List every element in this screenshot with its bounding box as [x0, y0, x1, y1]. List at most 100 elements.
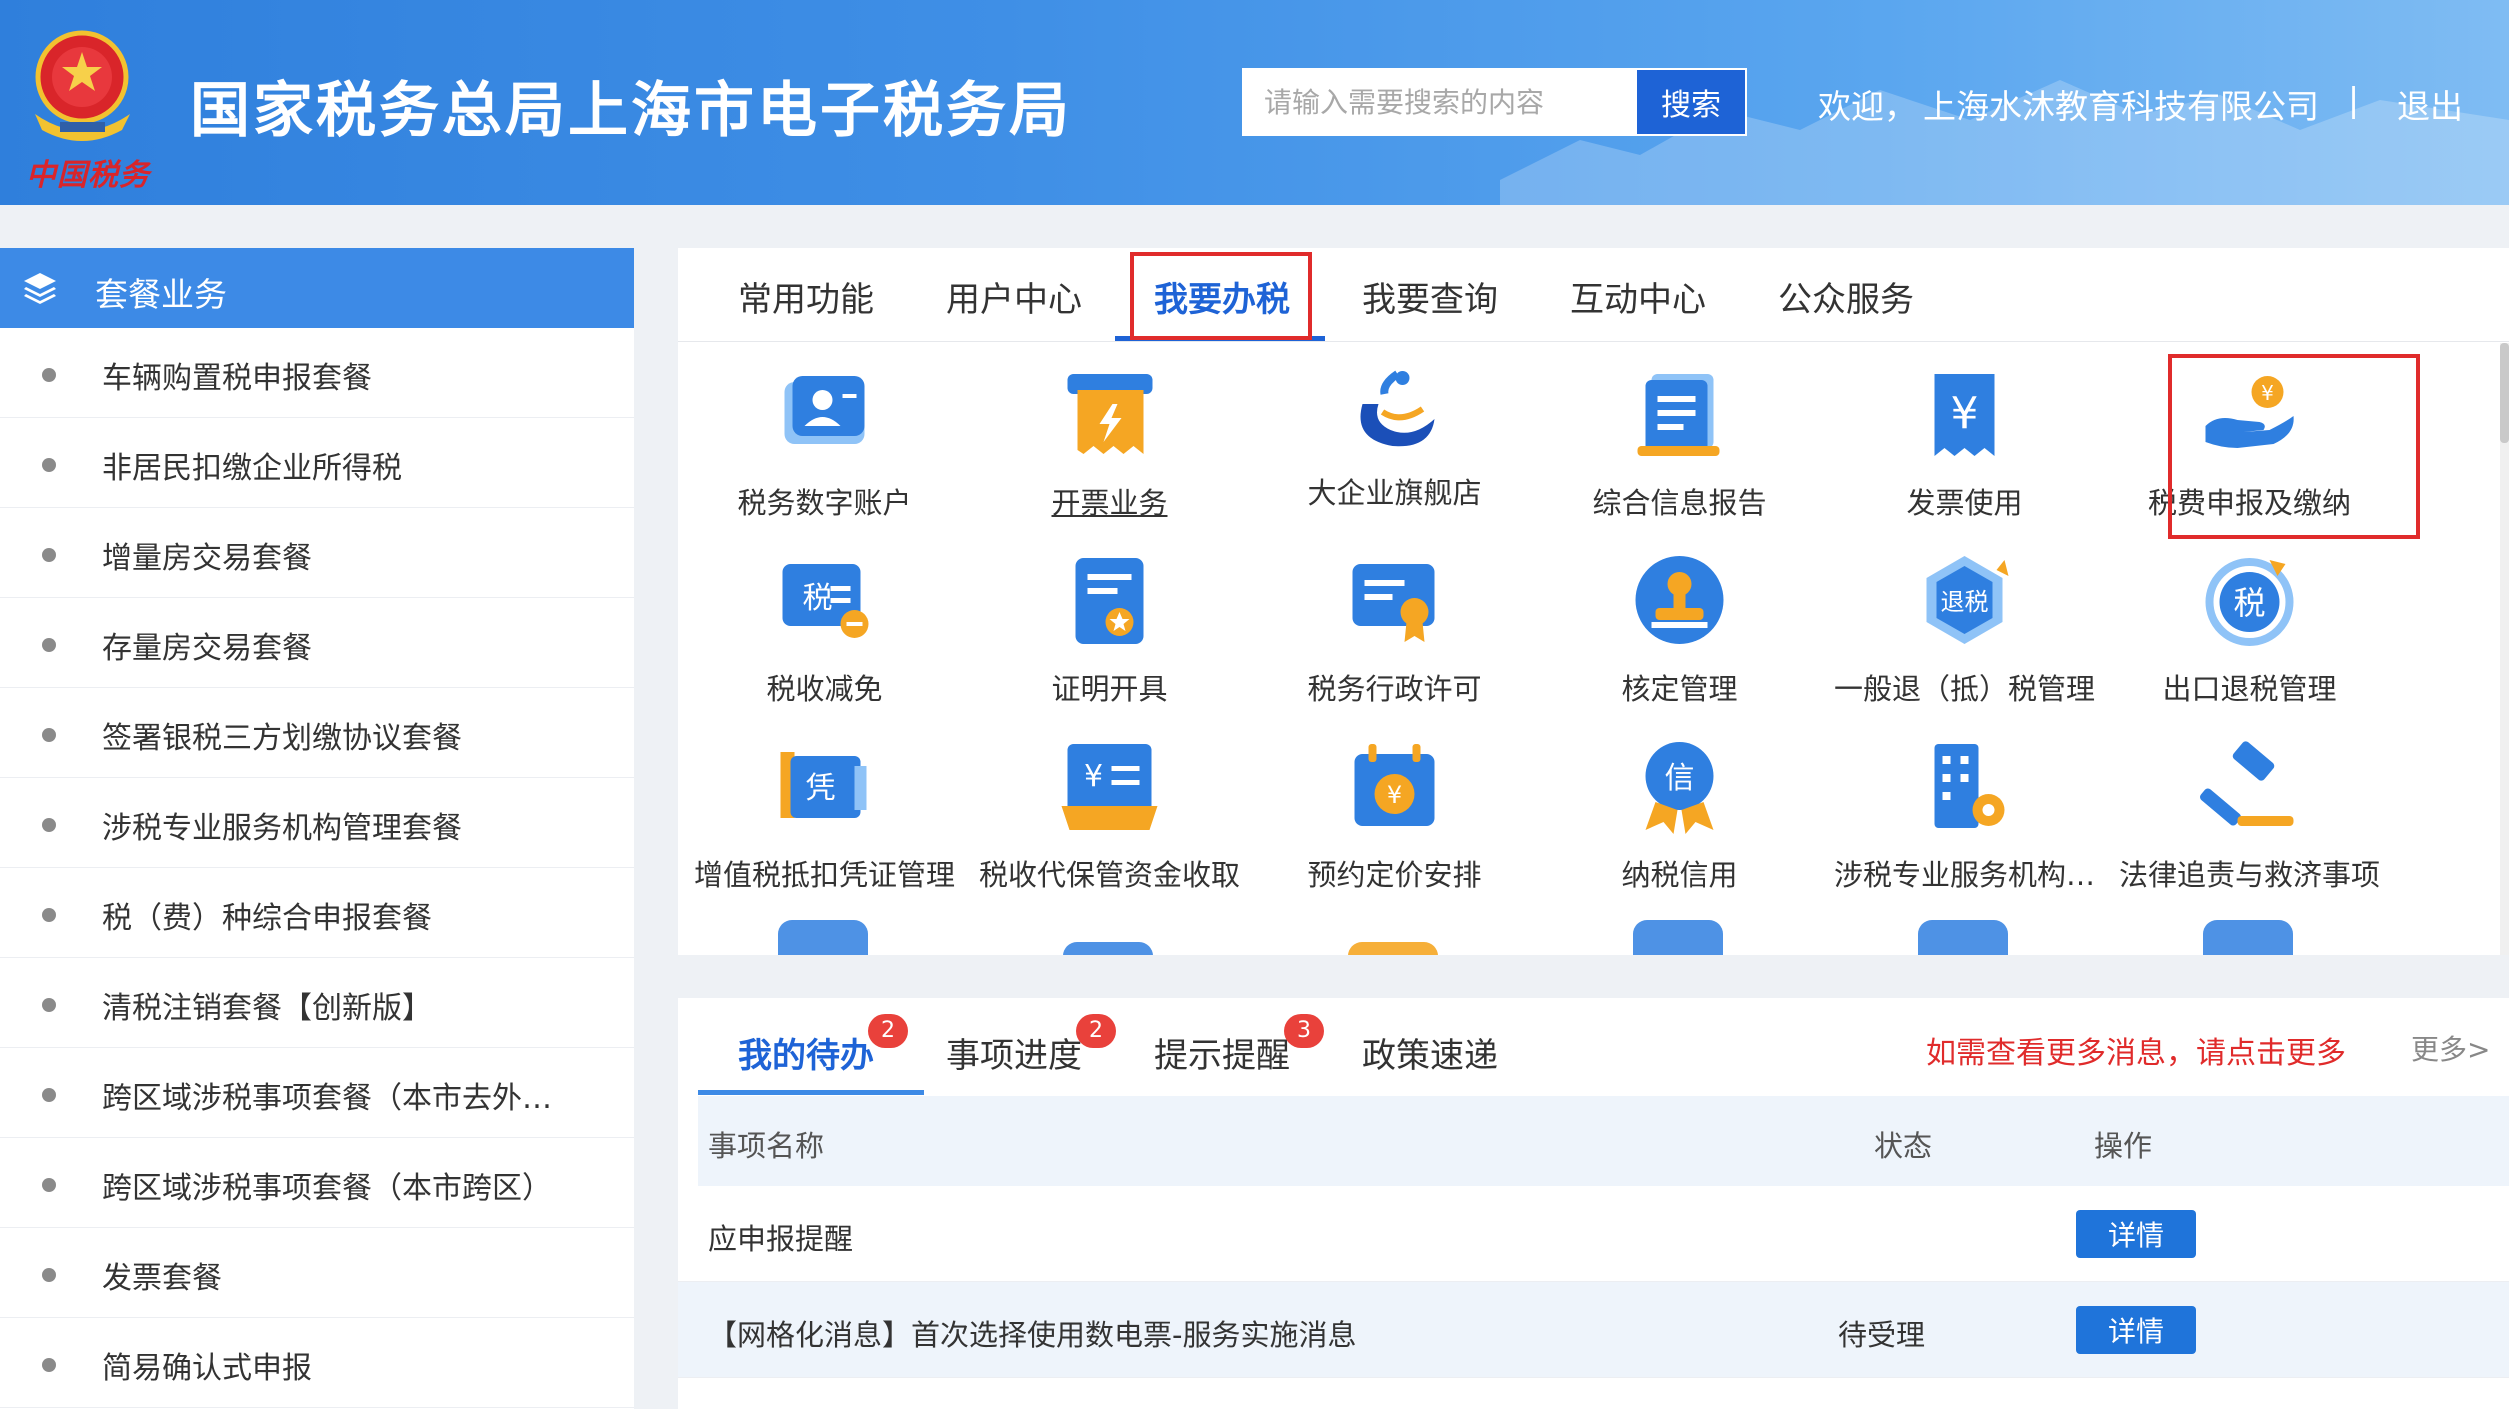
service-item[interactable]: 税务数字账户: [682, 356, 967, 536]
credit-icon: 信: [1645, 742, 1714, 834]
detail-button[interactable]: 详情: [2076, 1306, 2196, 1354]
table-row: 【网格化消息】首次选择使用数电票-服务实施消息 待受理 详情: [678, 1282, 2509, 1378]
tab-progress[interactable]: 事项进度: [946, 1028, 1082, 1077]
service-label: 涉税专业服务机构…: [1833, 858, 2095, 892]
row-item-name[interactable]: 应申报提醒: [708, 1216, 853, 1258]
service-item[interactable]: 退税 一般退（抵）税管理: [1822, 542, 2107, 722]
tab-public-service[interactable]: 公众服务: [1778, 272, 1914, 321]
svg-text:税: 税: [2233, 584, 2265, 622]
todo-panel: 我的待办 2 事项进度 2 提示提醒 3 政策速递 如需查看更多消息，请点击更多…: [678, 998, 2509, 1409]
package-sidebar: 套餐业务 车辆购置税申报套餐非居民扣缴企业所得税 增量房交易套餐存量房交易套餐签署…: [0, 248, 634, 1409]
admin-permit-icon: [1352, 564, 1435, 642]
sidebar-item[interactable]: 发票套餐: [0, 1228, 634, 1318]
sidebar-item[interactable]: 简易确认式申报: [0, 1318, 634, 1408]
column-status: 状态: [1874, 1129, 1933, 1163]
service-icon-peek: [1063, 914, 1153, 955]
service-item[interactable]: 大企业旗舰店: [1252, 356, 1537, 536]
emblem-caption: 中国税务: [26, 158, 150, 193]
sidebar-item[interactable]: 签署银税三方划缴协议套餐: [0, 688, 634, 778]
national-emblem-icon: [35, 30, 130, 141]
service-item[interactable]: 税出口退税管理: [2107, 542, 2392, 722]
service-label: 税收代保管资金收取: [978, 858, 1240, 892]
gavel-icon: [2200, 741, 2294, 826]
sidebar-item[interactable]: 车辆购置税申报套餐: [0, 328, 634, 418]
sidebar-item-label: 跨区域涉税事项套餐（本市跨区）: [102, 1171, 552, 1206]
todo-badge: 2: [868, 1014, 908, 1048]
enterprise-store-icon: [1360, 370, 1435, 447]
sidebar-item[interactable]: 跨区域涉税事项套餐（本市跨区）: [0, 1138, 634, 1228]
service-item[interactable]: 凭增值税抵扣凭证管理: [682, 728, 967, 908]
svg-text:¥: ¥: [1084, 759, 1103, 794]
bullet-icon: [42, 818, 56, 832]
tab-common-functions[interactable]: 常用功能: [738, 272, 874, 321]
service-label: 法律追责与救济事项: [2118, 858, 2380, 892]
sidebar-item[interactable]: 清税注销套餐【创新版】: [0, 958, 634, 1048]
service-item[interactable]: 税务行政许可: [1252, 542, 1537, 722]
detail-button[interactable]: 详情: [2076, 1210, 2196, 1258]
service-item[interactable]: ¥ 发票使用: [1822, 356, 2107, 536]
sidebar-header: 套餐业务: [0, 248, 634, 328]
service-item[interactable]: 税税收减免: [682, 542, 967, 722]
header-separator: |: [2348, 80, 2360, 119]
sidebar-item[interactable]: 增量房交易套餐: [0, 508, 634, 598]
row-item-name[interactable]: 【网格化消息】首次选择使用数电票-服务实施消息: [708, 1312, 1356, 1354]
service-item[interactable]: ¥ 税收代保管资金收取: [967, 728, 1252, 908]
sidebar-item-label: 清税注销套餐【创新版】: [102, 991, 432, 1026]
tab-reminders[interactable]: 提示提醒: [1154, 1028, 1290, 1077]
service-label: 开票业务: [1051, 486, 1168, 520]
service-label: 发票使用: [1906, 486, 2023, 520]
digital-account-icon: [784, 376, 865, 444]
services-scrollbar-thumb[interactable]: [2500, 343, 2509, 443]
sidebar-item-label: 发票套餐: [102, 1261, 222, 1296]
sidebar-item-label: 跨区域涉税事项套餐（本市去外…: [102, 1081, 552, 1116]
agency-building-icon: [1934, 744, 2005, 828]
service-item[interactable]: 信纳税信用: [1537, 728, 1822, 908]
tab-policy-express[interactable]: 政策速递: [1362, 1028, 1498, 1077]
bullet-icon: [42, 1358, 56, 1372]
site-header: 中国税务 国家税务总局上海市电子税务局 搜索 欢迎， 上海水沐教育科技有限公司 …: [0, 0, 2509, 205]
todo-table-header: 事项名称 状态 操作: [698, 1096, 2509, 1186]
tab-my-todo[interactable]: 我的待办: [738, 1028, 874, 1077]
service-label: 一般退（抵）税管理: [1833, 672, 2095, 706]
tab-user-center[interactable]: 用户中心: [946, 272, 1082, 321]
service-item[interactable]: 法律追责与救济事项: [2107, 728, 2392, 908]
reminders-badge: 3: [1284, 1014, 1324, 1048]
company-name[interactable]: 上海水沐教育科技有限公司: [1923, 80, 2319, 128]
tab-interaction-center[interactable]: 互动中心: [1570, 272, 1706, 321]
sidebar-item[interactable]: 税（费）种综合申报套餐: [0, 868, 634, 958]
service-label: 税务数字账户: [737, 486, 912, 520]
service-label: 综合信息报告: [1592, 486, 1767, 520]
logout-link[interactable]: 退出: [2397, 80, 2463, 128]
sidebar-item-label: 涉税专业服务机构管理套餐: [102, 811, 462, 846]
service-label: 大企业旗舰店: [1307, 476, 1482, 510]
bullet-icon: [42, 548, 56, 562]
layers-icon: [24, 273, 56, 304]
sidebar-item-label: 存量房交易套餐: [102, 631, 312, 666]
tab-highlight-box: [1130, 252, 1312, 340]
sidebar-item[interactable]: 非居民扣缴企业所得税: [0, 418, 634, 508]
more-message[interactable]: 如需查看更多消息，请点击更多: [1926, 1028, 2346, 1072]
sidebar-item-label: 车辆购置税申报套餐: [102, 361, 372, 396]
service-item[interactable]: 涉税专业服务机构…: [1822, 728, 2107, 908]
svg-text:¥: ¥: [1951, 388, 1979, 439]
tab-query[interactable]: 我要查询: [1362, 272, 1498, 321]
service-icon-peek: [2203, 914, 2293, 955]
sidebar-item[interactable]: 跨区域涉税事项套餐（本市去外…: [0, 1048, 634, 1138]
voucher-icon: 凭: [780, 752, 867, 818]
service-item[interactable]: 证明开具: [967, 542, 1252, 722]
service-item[interactable]: 开票业务: [967, 356, 1252, 536]
more-link[interactable]: 更多>: [2411, 1028, 2490, 1068]
service-item[interactable]: 综合信息报告: [1537, 356, 1822, 536]
search-button[interactable]: 搜索: [1635, 68, 1747, 136]
sidebar-item-label: 签署银税三方划缴协议套餐: [102, 721, 462, 756]
search-input[interactable]: [1242, 68, 1646, 136]
service-label: 税务行政许可: [1307, 672, 1482, 706]
service-item[interactable]: ¥ 预约定价安排: [1252, 728, 1537, 908]
sidebar-item[interactable]: 存量房交易套餐: [0, 598, 634, 688]
sidebar-item[interactable]: 涉税专业服务机构管理套餐: [0, 778, 634, 868]
column-item-name: 事项名称: [708, 1129, 825, 1163]
services-panel: 常用功能 用户中心 我要办税 我要查询 互动中心 公众服务 税务数字账户 开票业务…: [678, 248, 2509, 955]
service-label: 增值税抵扣凭证管理: [693, 858, 955, 892]
service-item[interactable]: 核定管理: [1537, 542, 1822, 722]
fund-custody-icon: ¥: [1061, 744, 1158, 830]
